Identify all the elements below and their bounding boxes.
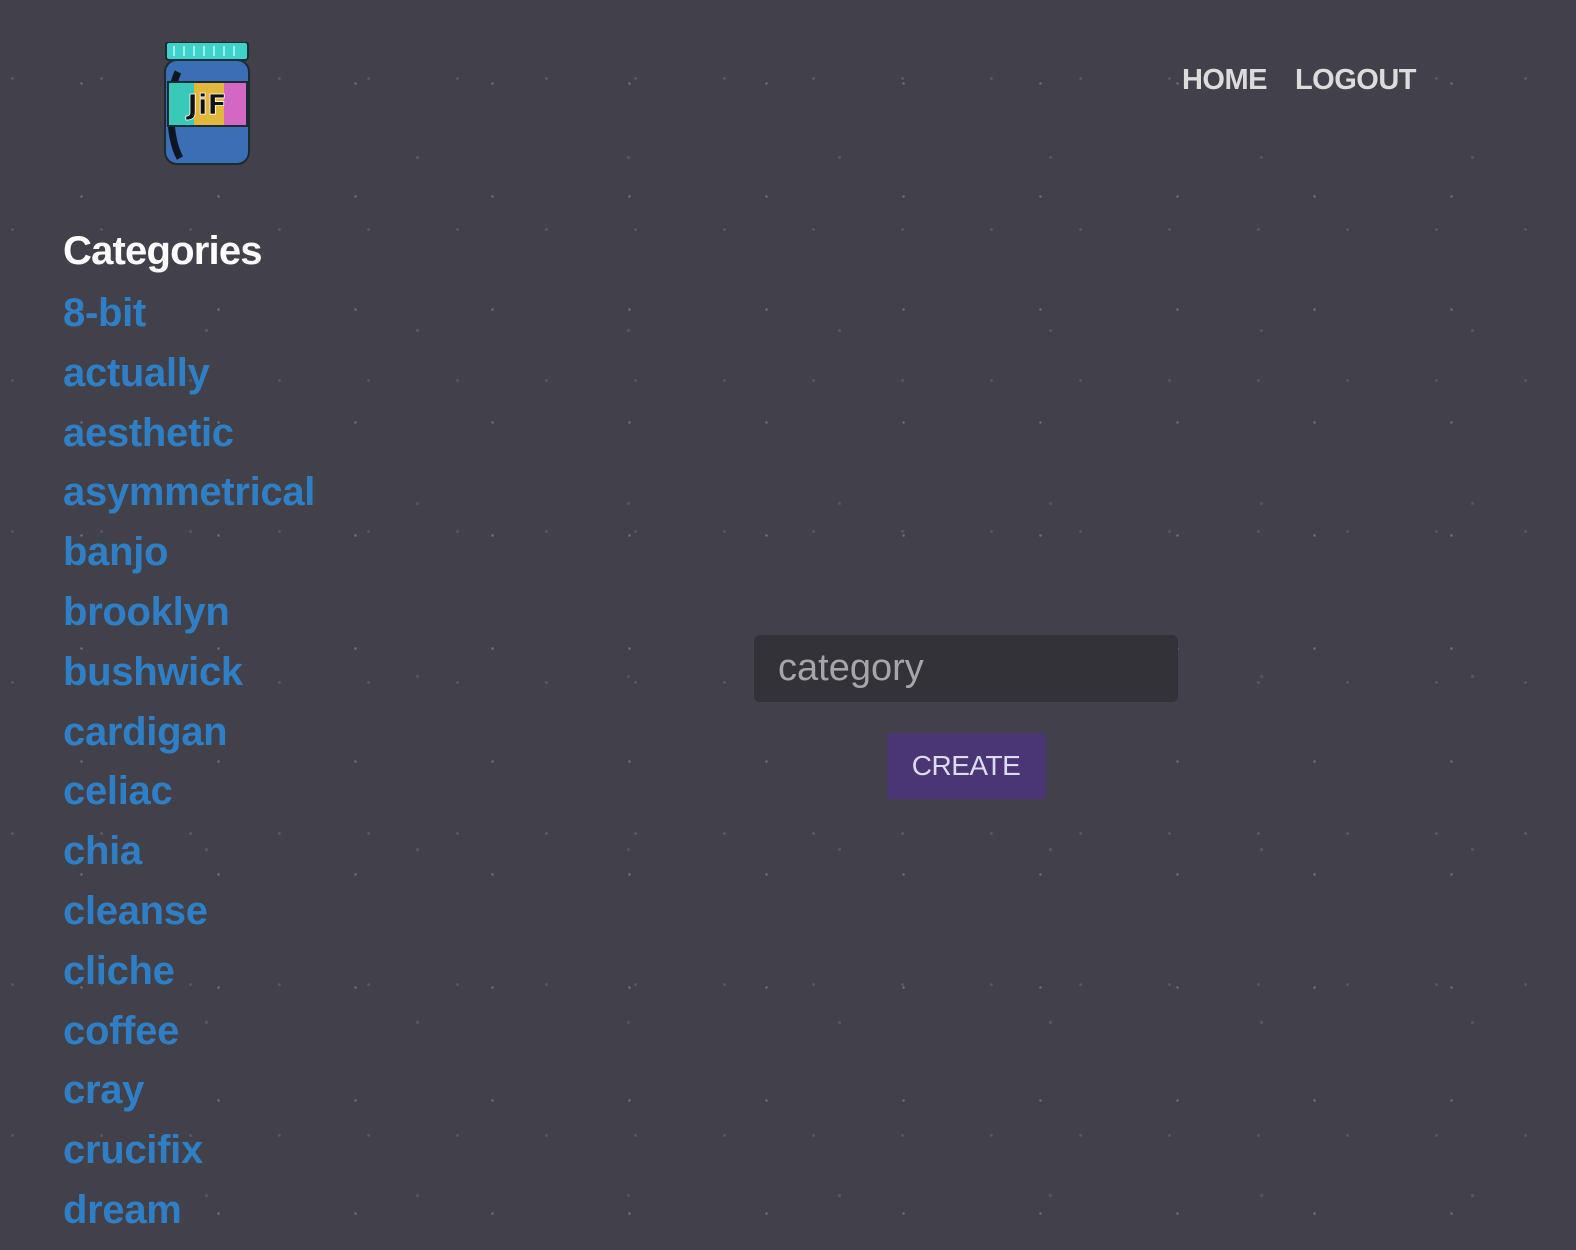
category-link[interactable]: cray xyxy=(63,1068,144,1112)
category-link[interactable]: bushwick xyxy=(63,650,243,694)
list-item: bushwick xyxy=(63,641,315,701)
category-list: 8-bit actually aesthetic asymmetrical ba… xyxy=(63,282,315,1239)
list-item: dream xyxy=(63,1179,315,1239)
list-item: banjo xyxy=(63,521,315,581)
create-button[interactable]: CREATE xyxy=(886,733,1046,799)
nav-logout-link[interactable]: LOGOUT xyxy=(1295,64,1417,97)
category-input[interactable] xyxy=(754,635,1178,702)
category-link[interactable]: actually xyxy=(63,351,210,395)
categories-heading: Categories xyxy=(63,229,263,273)
list-item: cray xyxy=(63,1059,315,1119)
list-item: cardigan xyxy=(63,701,315,761)
create-category-form: CREATE xyxy=(754,635,1178,799)
category-link[interactable]: cardigan xyxy=(63,710,228,754)
category-link[interactable]: aesthetic xyxy=(63,411,234,455)
list-item: crucifix xyxy=(63,1119,315,1179)
list-item: actually xyxy=(63,342,315,402)
category-link[interactable]: asymmetrical xyxy=(63,470,315,514)
top-nav: HOME LOGOUT xyxy=(1182,64,1417,97)
category-link[interactable]: 8-bit xyxy=(63,291,146,335)
list-item: celiac xyxy=(63,760,315,820)
list-item: cliche xyxy=(63,940,315,1000)
category-link[interactable]: banjo xyxy=(63,530,168,574)
list-item: brooklyn xyxy=(63,581,315,641)
category-link[interactable]: coffee xyxy=(63,1009,179,1053)
category-link[interactable]: chia xyxy=(63,829,142,873)
category-link[interactable]: dream xyxy=(63,1188,182,1232)
categories-sidebar: Categories 8-bit actually aesthetic asym… xyxy=(63,226,315,1239)
category-link[interactable]: crucifix xyxy=(63,1128,203,1172)
list-item: 8-bit xyxy=(63,282,315,342)
list-item: asymmetrical xyxy=(63,461,315,521)
category-link[interactable]: cliche xyxy=(63,949,175,993)
list-item: cleanse xyxy=(63,880,315,940)
category-link[interactable]: cleanse xyxy=(63,889,208,933)
list-item: aesthetic xyxy=(63,402,315,462)
list-item: coffee xyxy=(63,1000,315,1060)
category-link[interactable]: brooklyn xyxy=(63,590,230,634)
list-item: chia xyxy=(63,820,315,880)
category-link[interactable]: celiac xyxy=(63,769,173,813)
jif-jar-logo-icon[interactable]: JiF xyxy=(164,42,250,166)
logo-text: JiF xyxy=(185,88,226,121)
nav-home-link[interactable]: HOME xyxy=(1182,64,1268,97)
